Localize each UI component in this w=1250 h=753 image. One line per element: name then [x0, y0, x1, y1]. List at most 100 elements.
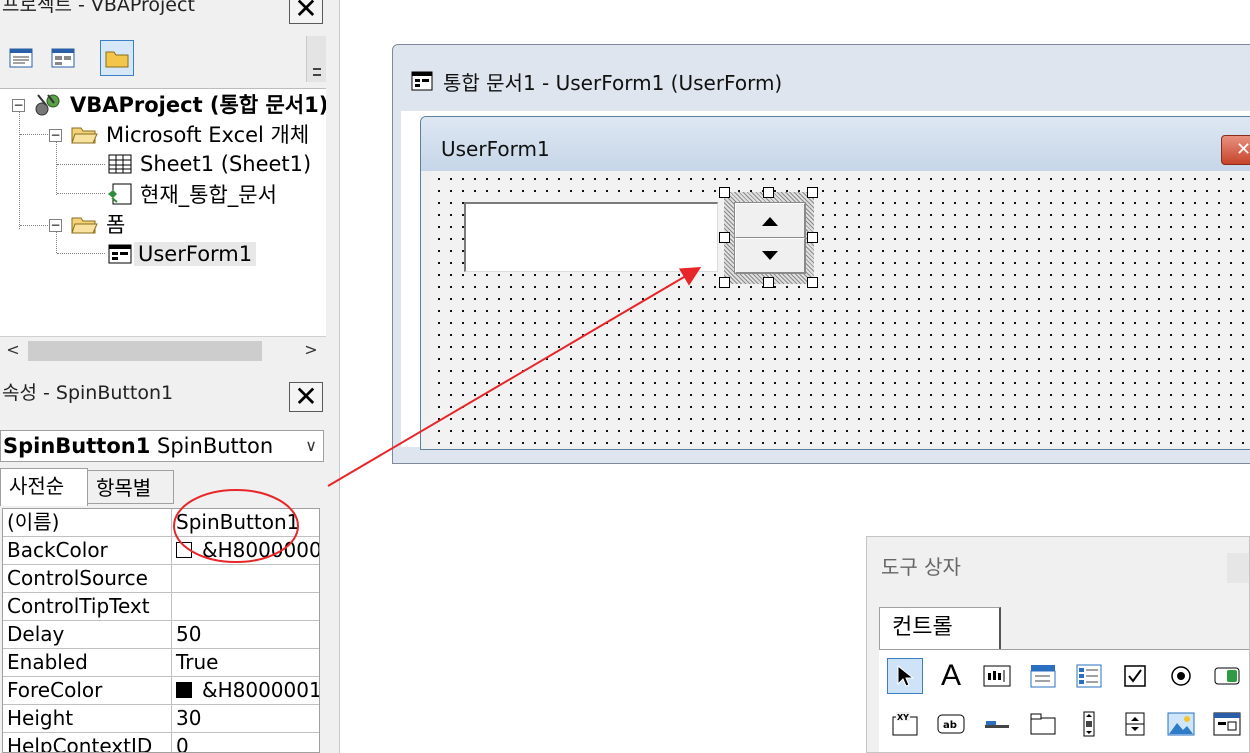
property-row[interactable]: Enabled True [3, 649, 319, 677]
svg-text:XY: XY [897, 713, 909, 722]
toolbox-controls-panel: A XY ab [879, 649, 1249, 752]
tool-frame[interactable]: XY [887, 706, 923, 742]
checkbox-tool-icon [1124, 665, 1146, 687]
close-icon: ✕ [294, 0, 318, 25]
resize-handle[interactable] [719, 187, 730, 198]
toolbar-scroll[interactable] [306, 36, 326, 82]
property-name: ControlTipText [7, 594, 150, 618]
property-row[interactable]: ControlSource [3, 565, 319, 593]
resize-handle[interactable] [807, 187, 818, 198]
view-code-button[interactable] [4, 40, 38, 76]
tool-label[interactable]: A [933, 658, 969, 694]
properties-close-button[interactable]: ✕ [289, 382, 323, 412]
spinbutton-control[interactable] [734, 202, 806, 274]
property-row[interactable]: HelpContextID 0 [3, 733, 319, 752]
userform-icon [411, 71, 433, 91]
refedit-tool-icon [1213, 712, 1241, 736]
designer-title: 통합 문서1 - UserForm1 (UserForm) [443, 70, 783, 95]
object-selector[interactable]: SpinButton1 SpinButton ∨ [0, 430, 324, 462]
tool-listbox[interactable] [1071, 658, 1107, 694]
toggle-folders-button[interactable] [100, 40, 134, 76]
tool-image[interactable] [1163, 706, 1199, 742]
tree-line [56, 141, 57, 195]
property-row[interactable]: Height 30 [3, 705, 319, 733]
radio-tool-icon [1171, 666, 1191, 686]
property-value[interactable] [171, 565, 319, 593]
property-row[interactable]: ForeColor &H80000012& [3, 677, 319, 705]
tool-multipage[interactable] [1025, 706, 1061, 742]
tree-line [57, 164, 105, 165]
property-value[interactable]: 30 [171, 705, 319, 733]
property-value[interactable]: True [171, 649, 319, 677]
scroll-thumb[interactable] [28, 341, 262, 361]
tool-scrollbar[interactable] [1071, 706, 1107, 742]
tree-label-forms: 폼 [106, 213, 126, 237]
chevron-down-icon: ∨ [305, 436, 317, 455]
tree-collapse-icon[interactable]: − [49, 219, 62, 232]
tree-node-workbook[interactable]: 현재_통합_문서 [106, 179, 277, 209]
property-row[interactable]: Delay 50 [3, 621, 319, 649]
toolbox-close-area[interactable] [1227, 553, 1249, 583]
pointer-icon [897, 664, 915, 687]
property-value[interactable]: 50 [171, 621, 319, 649]
project-explorer-close-button[interactable]: ✕ [289, 0, 323, 24]
tool-toggle-button[interactable] [1209, 658, 1245, 694]
userform-caption-bar[interactable]: UserForm1 [421, 117, 1250, 171]
resize-handle[interactable] [719, 232, 730, 243]
project-tree: − VBAProject (통합 문서1) − Microsoft Excel … [0, 88, 326, 338]
tree-node-forms[interactable]: 폼 [70, 209, 125, 239]
tree-node-userform1[interactable]: UserForm1 [106, 239, 257, 269]
resize-handle[interactable] [719, 277, 730, 288]
designer-title-bar[interactable]: 통합 문서1 - UserForm1 (UserForm) [411, 67, 782, 95]
property-value[interactable]: &H8000000F& [171, 537, 319, 565]
property-row[interactable]: BackColor &H8000000F& [3, 537, 319, 565]
close-icon: ✕ [1236, 139, 1250, 160]
tree-collapse-icon[interactable]: − [12, 99, 25, 112]
color-swatch [176, 541, 192, 558]
resize-handle[interactable] [763, 187, 774, 198]
tree-label-vbaproject: VBAProject (통합 문서1) [70, 93, 326, 117]
tree-collapse-icon[interactable]: − [49, 129, 62, 142]
property-value[interactable]: 0 [171, 733, 319, 752]
tool-spinbutton[interactable] [1117, 706, 1153, 742]
tool-combobox[interactable] [1025, 658, 1061, 694]
resize-handle[interactable] [807, 232, 818, 243]
userform1[interactable]: UserForm1 ✕ [420, 116, 1250, 450]
property-value[interactable]: &H80000012& [171, 677, 319, 705]
toolbar-grip-icon [313, 68, 321, 76]
properties-grid: (이름) SpinButton1 BackColor &H8000000F& C… [2, 508, 320, 753]
tab-alphabetic[interactable]: 사전순 [0, 468, 88, 506]
resize-handle[interactable] [807, 277, 818, 288]
tab-controls[interactable]: 컨트롤 [879, 607, 1001, 651]
tool-refedit[interactable] [1209, 706, 1245, 742]
tool-option-button[interactable] [1163, 658, 1199, 694]
tool-select-objects[interactable] [887, 658, 923, 694]
toolbox-window: 도구 상자 컨트롤 A XY ab [866, 536, 1250, 753]
svg-text:ab: ab [943, 720, 957, 731]
spin-up-button[interactable] [735, 203, 805, 238]
property-value[interactable] [171, 593, 319, 621]
multipage-tool-icon [1030, 713, 1056, 735]
tool-tabstrip[interactable] [979, 706, 1015, 742]
tool-checkbox[interactable] [1117, 658, 1153, 694]
view-object-button[interactable] [46, 40, 80, 76]
property-row[interactable]: ControlTipText [3, 593, 319, 621]
scroll-left-icon[interactable]: < [0, 337, 26, 365]
tree-node-vbaproject[interactable]: VBAProject (통합 문서1) [34, 89, 326, 119]
spin-down-button[interactable] [735, 238, 805, 273]
userform-close-button[interactable]: ✕ [1221, 135, 1250, 165]
tree-line [57, 253, 105, 254]
tab-categorized[interactable]: 항목별 [88, 470, 174, 504]
tree-node-sheet1[interactable]: Sheet1 (Sheet1) [106, 149, 311, 179]
textbox-control[interactable] [464, 202, 718, 272]
property-row[interactable]: (이름) SpinButton1 [3, 509, 319, 537]
tree-node-excel-objects[interactable]: Microsoft Excel 개체 [70, 119, 309, 149]
tool-textbox[interactable] [979, 658, 1015, 694]
tree-line [56, 231, 57, 253]
scroll-right-icon[interactable]: > [298, 337, 324, 365]
project-tree-hscroll[interactable]: < > [0, 336, 326, 364]
resize-handle[interactable] [763, 277, 774, 288]
tree-label-userform1: UserForm1 [134, 242, 257, 266]
tool-command-button[interactable]: ab [933, 706, 969, 742]
property-value[interactable]: SpinButton1 [171, 509, 319, 537]
